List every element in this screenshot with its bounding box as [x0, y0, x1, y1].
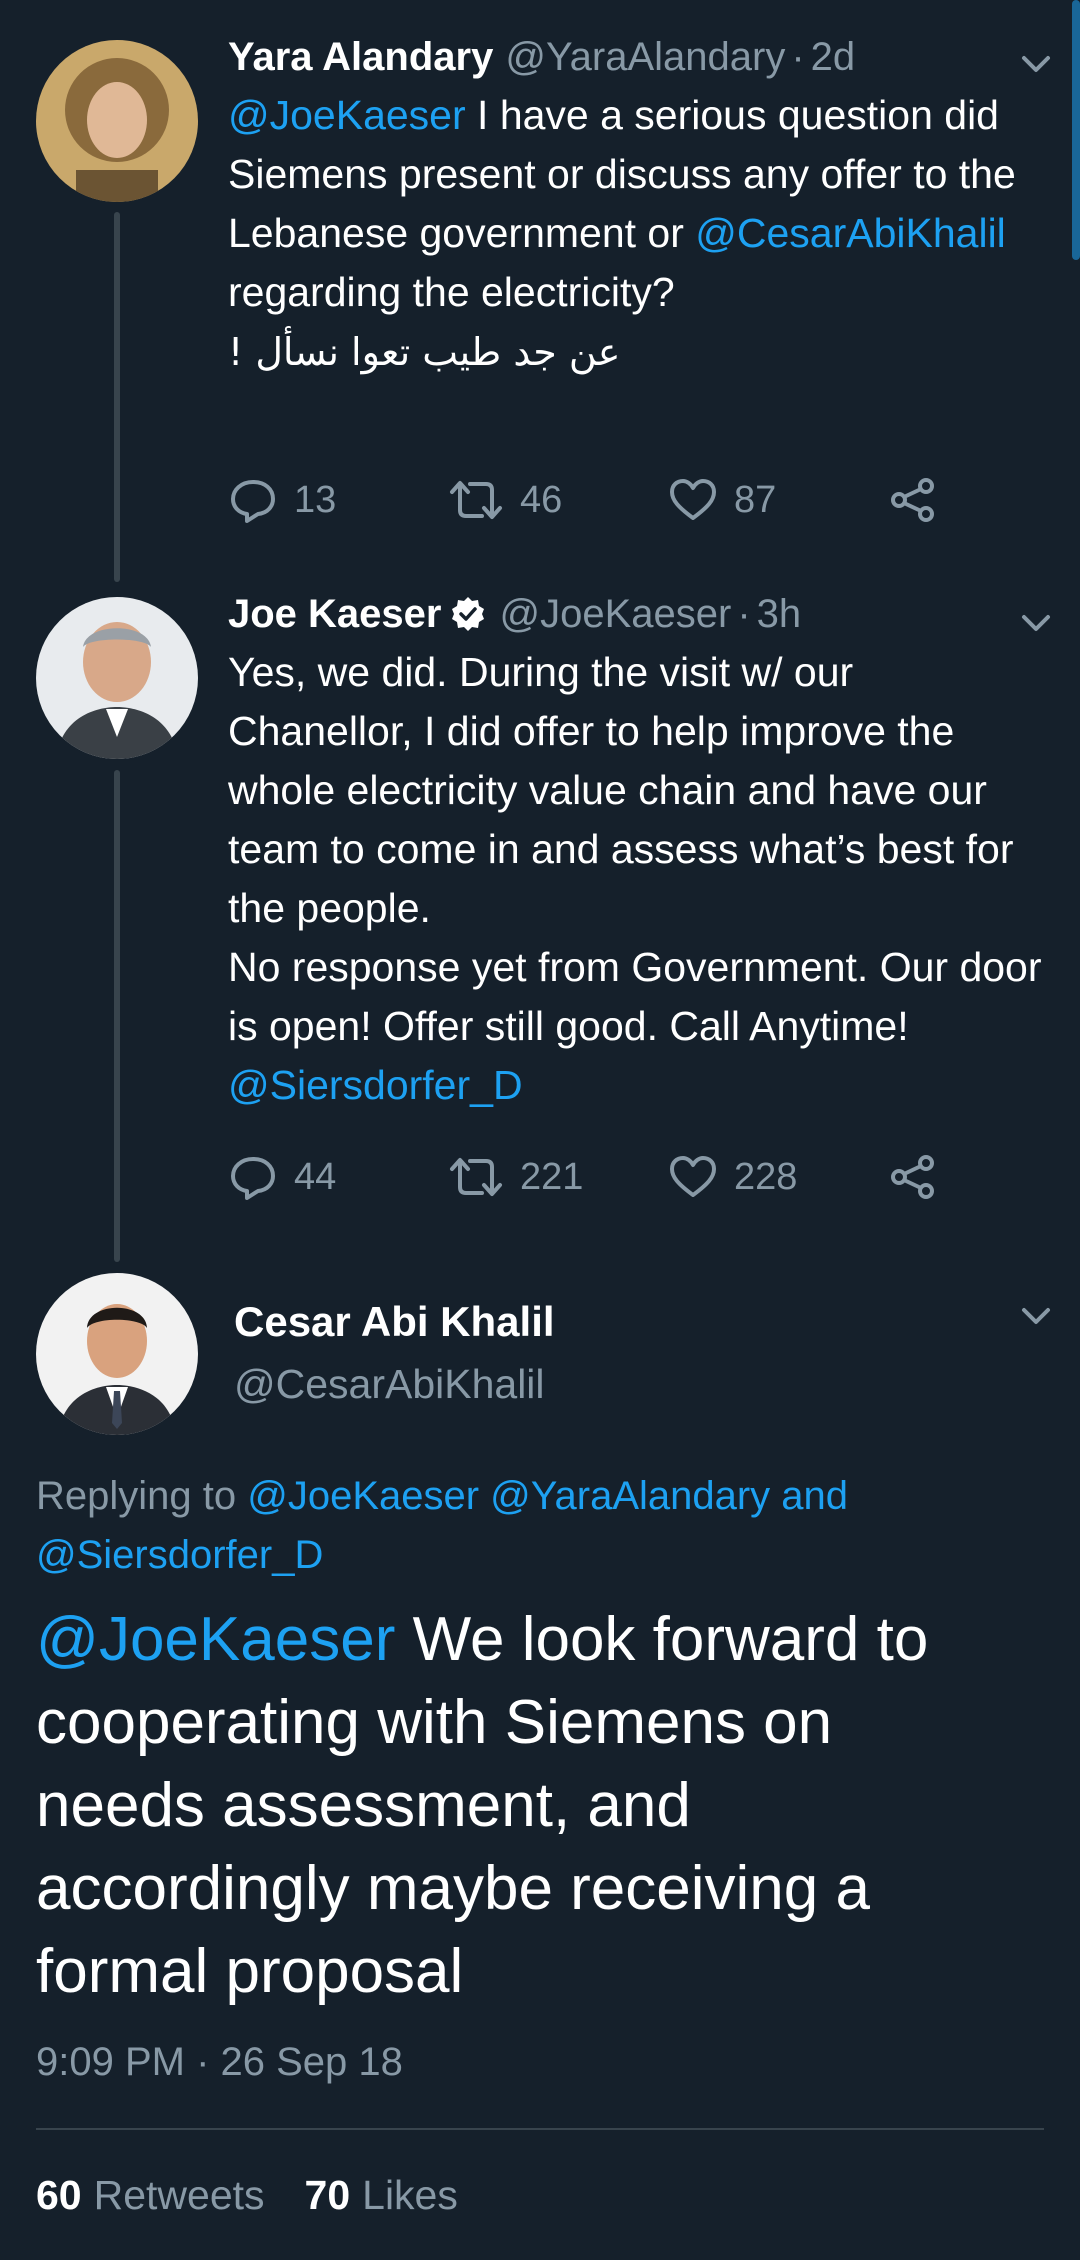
mention-link[interactable]: @CesarAbiKhalil: [695, 210, 1006, 256]
chevron-down-icon[interactable]: [1016, 603, 1056, 643]
like-button[interactable]: 87: [668, 475, 888, 525]
retweet-button[interactable]: 46: [448, 475, 668, 525]
share-icon: [891, 478, 934, 522]
tweet-text-arabic: عن جد طيب تعوا نسأل !: [228, 330, 621, 374]
mention-link[interactable]: @Siersdorfer_D: [36, 1533, 323, 1577]
chevron-down-icon[interactable]: [1016, 1296, 1056, 1336]
user-handle[interactable]: @JoeKaeser: [499, 587, 731, 641]
reply-count: 44: [294, 1155, 337, 1198]
display-name[interactable]: Yara Alandary: [228, 30, 493, 84]
tweet-stats: 60 Retweets 70 Likes: [36, 2172, 498, 2219]
likes-stat[interactable]: 70 Likes: [305, 2172, 458, 2219]
divider: [36, 2128, 1044, 2130]
reply-icon: [231, 1157, 275, 1200]
tweet-header: Yara Alandary @YaraAlandary · 2d: [228, 30, 1044, 84]
reply-count: 13: [294, 478, 337, 521]
reply-button[interactable]: 44: [228, 1152, 448, 1202]
like-count: 228: [734, 1155, 798, 1198]
separator: ·: [791, 35, 805, 79]
avatar[interactable]: [36, 40, 198, 202]
tweet-header: Joe Kaeser @JoeKaeser · 3h: [228, 587, 1044, 641]
share-button[interactable]: [888, 1152, 954, 1202]
display-name[interactable]: Cesar Abi Khalil: [234, 1294, 555, 1350]
like-button[interactable]: 228: [668, 1152, 888, 1202]
replying-to: Replying to @JoeKaeser @YaraAlandary and…: [36, 1467, 1044, 1585]
tweet-time[interactable]: 3h: [757, 587, 802, 641]
tweet-text: @JoeKaeser I have a serious question did…: [228, 86, 1044, 382]
share-button[interactable]: [888, 475, 954, 525]
mention-link[interactable]: @JoeKaeser: [36, 1605, 395, 1674]
tweet-text-paragraph: Yes, we did. During the visit w/ our Cha…: [228, 649, 1014, 931]
share-icon: [891, 1155, 934, 1199]
separator: ·: [737, 592, 751, 636]
tweet-text-paragraph: No response yet from Government. Our doo…: [228, 938, 1044, 1115]
user-handle[interactable]: @YaraAlandary: [505, 30, 785, 84]
avatar[interactable]: [36, 1273, 198, 1435]
display-name[interactable]: Joe Kaeser: [228, 587, 441, 641]
chevron-down-icon[interactable]: [1016, 44, 1056, 84]
tweet-text: @JoeKaeser We look forward to cooperatin…: [36, 1598, 1000, 2013]
tweet-actions: 44 221 228: [228, 1147, 954, 1207]
thread-connector: [114, 770, 120, 1262]
tweet-timestamp[interactable]: 9:09 PM · 26 Sep 18: [36, 2040, 403, 2085]
tweet-text-part: No response yet from Government. Our doo…: [228, 944, 1042, 1049]
tweet-text: Yes, we did. During the visit w/ our Cha…: [228, 643, 1044, 1115]
mention-link[interactable]: @Siersdorfer_D: [228, 1062, 523, 1108]
mention-link[interactable]: @JoeKaeser: [228, 92, 466, 138]
retweets-stat[interactable]: 60 Retweets: [36, 2172, 265, 2219]
like-icon: [670, 479, 716, 520]
mention-link[interactable]: @JoeKaeser @YaraAlandary and: [247, 1474, 848, 1518]
retweet-icon: [450, 481, 502, 519]
retweets-count: 60: [36, 2172, 82, 2218]
tweet-text-part: regarding the electricity?: [228, 269, 675, 315]
retweet-button[interactable]: 221: [448, 1152, 668, 1202]
like-count: 87: [734, 478, 777, 521]
retweet-icon: [450, 1158, 502, 1196]
reply-button[interactable]: 13: [228, 475, 448, 525]
thread-connector: [114, 212, 120, 582]
likes-label: Likes: [362, 2172, 458, 2218]
likes-count: 70: [304, 2172, 351, 2218]
scrollbar[interactable]: [1072, 0, 1080, 260]
reply-icon: [231, 480, 275, 523]
retweet-count: 46: [520, 478, 563, 521]
avatar[interactable]: [36, 597, 198, 759]
verified-badge-icon: [449, 595, 487, 633]
tweet-time[interactable]: 2d: [811, 30, 856, 84]
tweet-actions: 13 46 87: [228, 470, 954, 530]
like-icon: [670, 1156, 716, 1197]
user-handle[interactable]: @CesarAbiKhalil: [234, 1356, 555, 1412]
replying-prefix: Replying to: [36, 1474, 248, 1518]
retweet-count: 221: [520, 1155, 584, 1198]
retweets-label: Retweets: [93, 2172, 265, 2218]
